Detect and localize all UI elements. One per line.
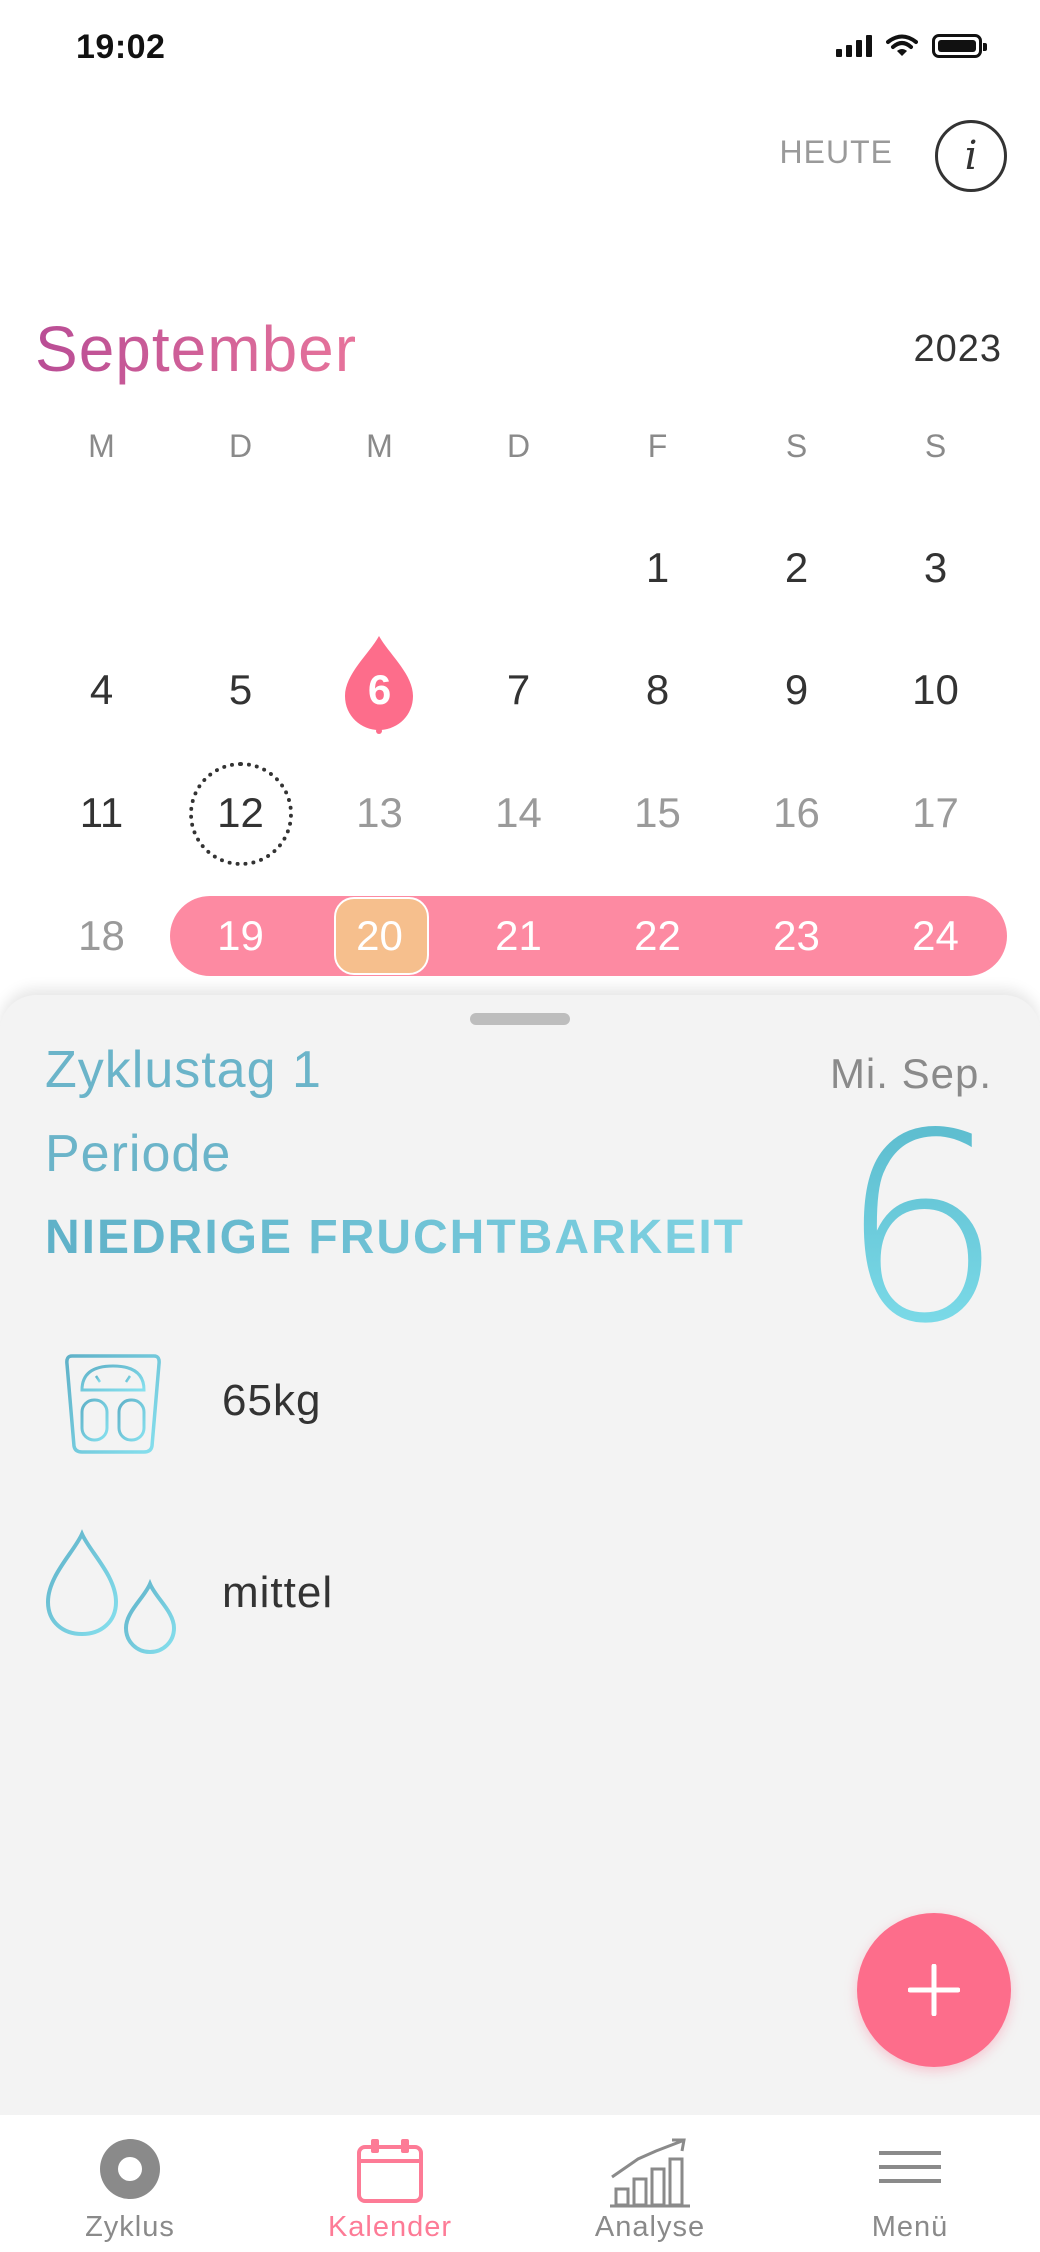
calendar-icon xyxy=(357,2139,423,2203)
fertility-label: NIEDRIGE FRUCHTBARKEIT xyxy=(45,1211,745,1264)
tab-bar: Zyklus Kalender Analyse Menü xyxy=(0,2115,1040,2252)
day-cell[interactable]: 3 xyxy=(866,528,1005,608)
cycle-phase-label: Periode xyxy=(45,1125,232,1183)
day-cell-selected[interactable]: 6 xyxy=(310,650,449,730)
tab-menu[interactable]: Menü xyxy=(780,2115,1040,2252)
day-cell-ovulation[interactable]: 20 xyxy=(310,896,449,976)
scale-icon[interactable] xyxy=(62,1350,164,1456)
day-cell[interactable]: 9 xyxy=(727,650,866,730)
day-cell[interactable]: 1 xyxy=(588,528,727,608)
tab-kalender[interactable]: Kalender xyxy=(260,2115,520,2252)
menu-icon xyxy=(879,2151,941,2183)
bleeding-drops-icon[interactable] xyxy=(44,1528,180,1656)
weight-value: 65kg xyxy=(222,1376,322,1425)
day-cell-period[interactable]: 21 xyxy=(449,896,588,976)
tab-label: Kalender xyxy=(327,2211,453,2243)
day-cell-period[interactable]: 24 xyxy=(866,896,1005,976)
day-cell[interactable]: 16 xyxy=(727,773,866,853)
calendar-grid: 1 2 3 4 5 6 7 8 9 10 11 12 13 14 15 16 1… xyxy=(0,0,1040,1000)
day-cell[interactable]: 2 xyxy=(727,528,866,608)
tab-label: Menü xyxy=(871,2211,949,2243)
sheet-drag-handle[interactable] xyxy=(470,1013,570,1025)
day-cell-period[interactable]: 22 xyxy=(588,896,727,976)
tab-zyklus[interactable]: Zyklus xyxy=(0,2115,260,2252)
day-cell-today[interactable]: 12 xyxy=(171,773,310,853)
tab-label: Analyse xyxy=(594,2211,706,2243)
detail-day-number: 6 xyxy=(838,1079,1004,1381)
cycle-icon xyxy=(100,2139,160,2199)
tab-label: Zyklus xyxy=(85,2211,175,2243)
bleeding-value: mittel xyxy=(222,1568,334,1617)
day-cell[interactable]: 18 xyxy=(32,896,171,976)
add-entry-button[interactable] xyxy=(857,1913,1011,2067)
tab-analyse[interactable]: Analyse xyxy=(520,2115,780,2252)
cycle-day-label: Zyklustag 1 xyxy=(45,1041,322,1099)
day-cell[interactable]: 4 xyxy=(32,650,171,730)
day-cell[interactable]: 11 xyxy=(32,773,171,853)
chart-icon xyxy=(610,2138,690,2208)
day-cell[interactable]: 13 xyxy=(310,773,449,853)
day-cell[interactable]: 14 xyxy=(449,773,588,853)
day-cell[interactable]: 5 xyxy=(171,650,310,730)
day-cell[interactable]: 15 xyxy=(588,773,727,853)
day-cell[interactable]: 10 xyxy=(866,650,1005,730)
plus-icon xyxy=(908,1964,960,2016)
day-cell-period[interactable]: 19 xyxy=(171,896,310,976)
day-cell[interactable]: 7 xyxy=(449,650,588,730)
day-cell-period[interactable]: 23 xyxy=(727,896,866,976)
day-cell[interactable]: 17 xyxy=(866,773,1005,853)
day-cell[interactable]: 8 xyxy=(588,650,727,730)
